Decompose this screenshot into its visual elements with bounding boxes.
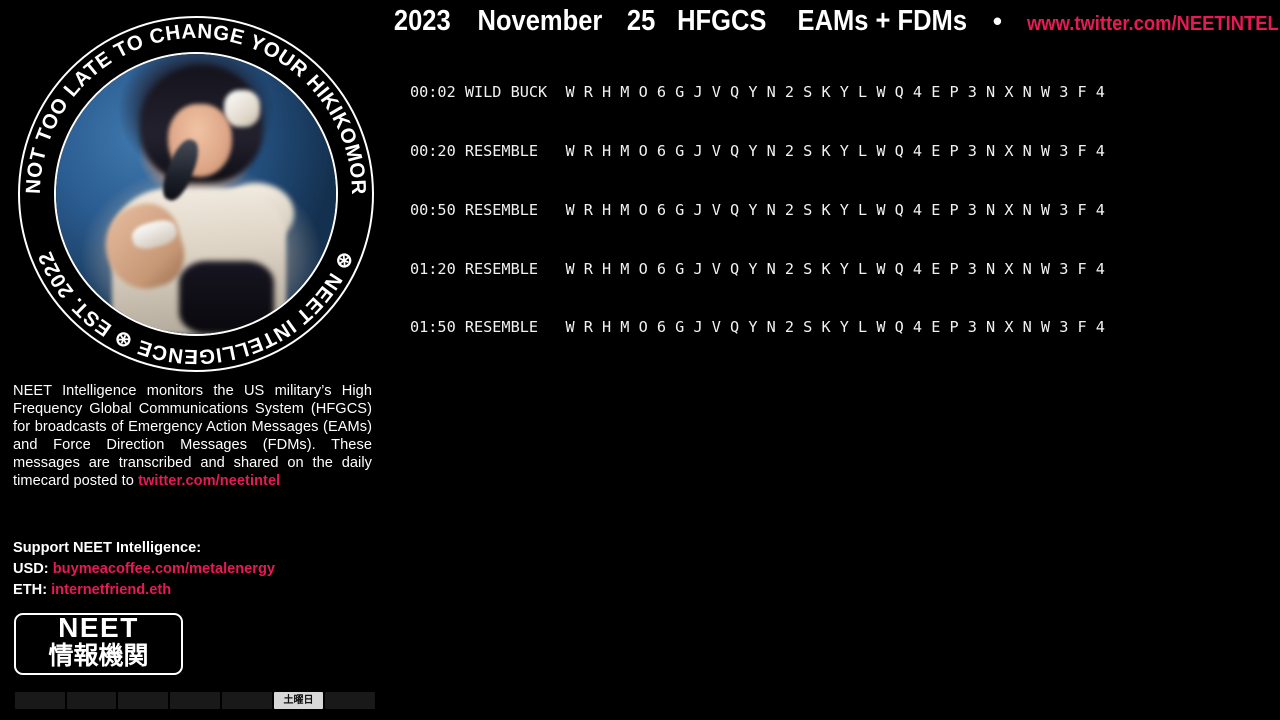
weekday-cell-5[interactable] [221,692,272,709]
header-system: HFGCS [676,5,767,37]
neet-wordmark-inner: NEET 情報機関 [16,613,181,670]
photo-hair-bow-shape [224,90,261,127]
log-panel: 2023 November 25 HFGCS EAMs + FDMs • www… [394,0,1280,720]
description-twitter-link[interactable]: twitter.com/neetintel [138,473,280,489]
neet-intelligence-emblem: ☹ IT’S NOT TOO LATE TO CHANGE YOUR HIKIK… [18,16,374,372]
neet-wordmark-latin: NEET [58,613,139,643]
weekday-cell-4[interactable] [170,692,220,709]
table-row: 00:02 WILD BUCK W R H M O 6 G J V Q Y N … [410,83,1105,102]
weekday-cell-3[interactable] [118,692,169,709]
support-label-eth: ETH: [13,582,48,598]
weekday-cell-7[interactable] [325,692,376,709]
weekday-cell-1[interactable] [15,692,65,709]
support-heading: Support NEET Intelligence: [13,540,202,556]
support-block: Support NEET Intelligence: USD: buymeaco… [13,538,383,601]
left-info-panel: ☹ IT’S NOT TOO LATE TO CHANGE YOUR HIKIK… [0,0,400,720]
support-row-eth: ETH: internetfriend.eth [13,580,383,601]
table-row: 01:20 RESEMBLE W R H M O 6 G J V Q Y N 2… [410,259,1105,278]
emblem-inner-ring [54,52,338,336]
header-day: 25 [626,5,655,37]
support-value-eth[interactable]: internetfriend.eth [51,582,171,598]
support-value-usd[interactable]: buymeacoffee.com/metalenergy [53,561,275,577]
weekday-strip: 土曜日 [15,692,376,709]
table-row: 00:20 RESEMBLE W R H M O 6 G J V Q Y N 2… [410,141,1105,160]
header-separator-dot: • [992,6,1003,36]
neet-wordmark-box: NEET 情報機関 [14,613,183,675]
table-row: 01:50 RESEMBLE W R H M O 6 G J V Q Y N 2… [410,318,1105,337]
performer-photo [56,54,336,334]
header-month: November [477,5,603,37]
header-subject: EAMs + FDMs [797,5,968,37]
header-twitter-url[interactable]: www.twitter.com/NEETINTEL [1027,13,1279,36]
timecard-header: 2023 November 25 HFGCS EAMs + FDMs • www… [394,5,1280,41]
header-year: 2023 [394,5,451,37]
weekday-cell-2[interactable] [66,692,117,709]
description-paragraph: NEET Intelligence monitors the US milita… [13,382,372,491]
table-row: 00:50 RESEMBLE W R H M O 6 G J V Q Y N 2… [410,200,1105,219]
weekday-cell-6-active[interactable]: 土曜日 [273,692,324,709]
support-row-usd: USD: buymeacoffee.com/metalenergy [13,559,383,580]
eam-message-log: 00:02 WILD BUCK W R H M O 6 G J V Q Y N … [410,44,1280,377]
neet-wordmark-kanji: 情報機関 [48,641,149,670]
support-label-usd: USD: [13,561,49,577]
photo-dress-shadow-shape [179,261,275,334]
